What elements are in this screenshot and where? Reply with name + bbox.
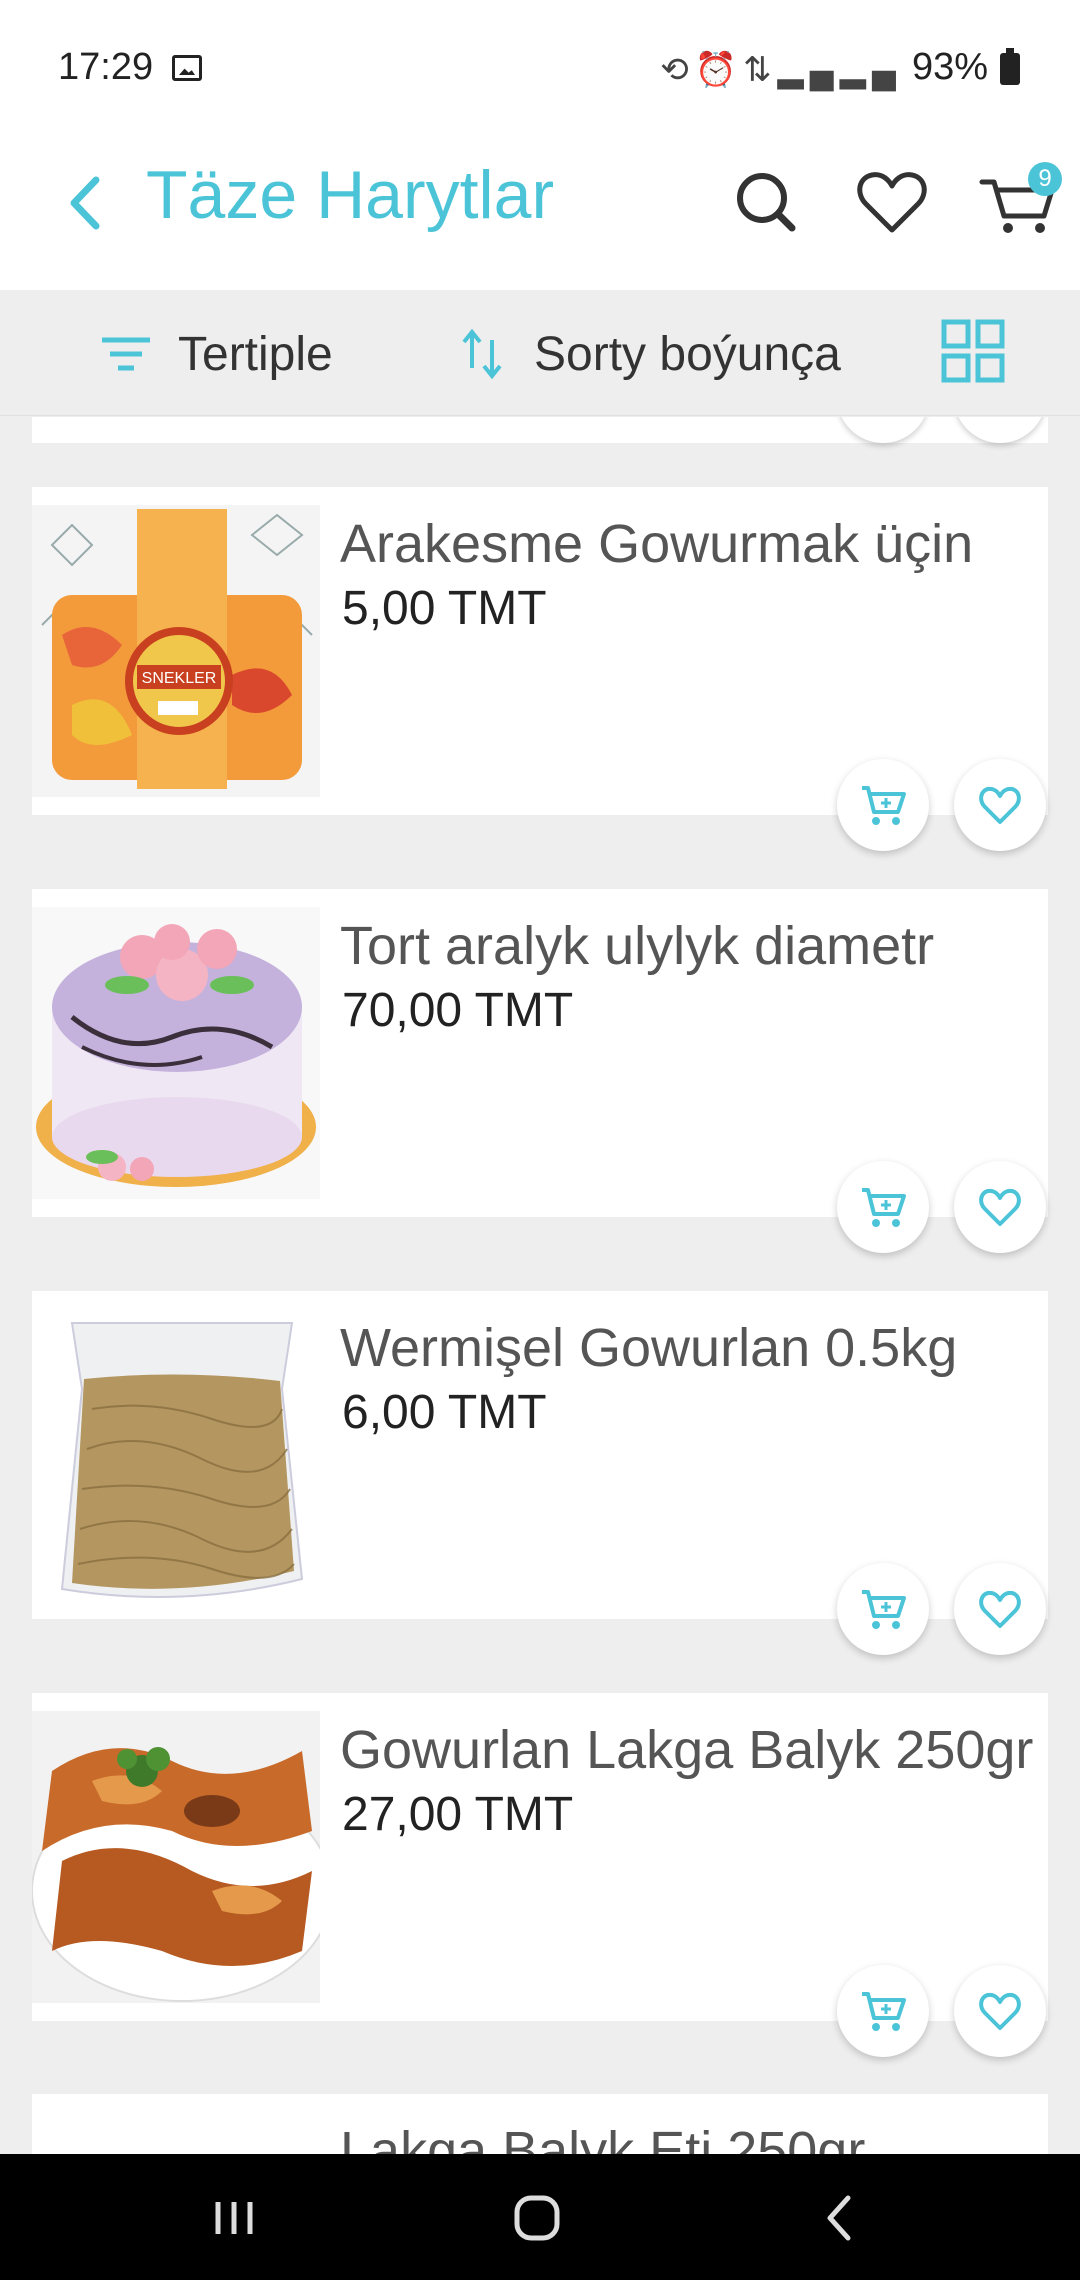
- product-card[interactable]: SNEKLER Arakesme Gowurmak üçin 5,00 TMT: [32, 487, 1048, 851]
- product-price: 5,00 TMT: [342, 582, 547, 635]
- sort-icon: [462, 328, 502, 380]
- favorite-button[interactable]: [954, 1563, 1046, 1655]
- filter-button[interactable]: Tertiple: [96, 312, 333, 396]
- screen: 17:29 ⟲⏰⇅▂▄▂▄ 93% Täze Harytlar 9 Tertip…: [0, 0, 1080, 2280]
- cart-button[interactable]: 9: [968, 152, 1068, 252]
- status-bar: 17:29 ⟲⏰⇅▂▄▂▄ 93%: [0, 0, 1080, 130]
- system-nav-bar: [0, 2154, 1080, 2280]
- recents-icon: [215, 2202, 253, 2234]
- heart-icon: [979, 1188, 1021, 1226]
- system-back-button[interactable]: [800, 2178, 880, 2258]
- product-image[interactable]: [32, 1711, 320, 2003]
- product-list[interactable]: SNEKLER Arakesme Gowurmak üçin 5,00 TMT: [0, 417, 1080, 2154]
- app-bar: Täze Harytlar 9: [0, 130, 1080, 290]
- heart-icon: [979, 786, 1021, 824]
- cart-icon: [862, 1590, 906, 1629]
- battery-icon: [1000, 48, 1020, 85]
- add-to-cart-button[interactable]: [837, 1161, 929, 1253]
- favorites-button[interactable]: [842, 152, 942, 252]
- product-name[interactable]: Arakesme Gowurmak üçin: [340, 513, 1060, 575]
- heart-icon: [979, 1590, 1021, 1628]
- product-image[interactable]: [32, 907, 320, 1199]
- svg-text:SNEKLER: SNEKLER: [142, 670, 217, 687]
- favorite-button[interactable]: [954, 759, 1046, 851]
- favorite-button[interactable]: [954, 1161, 1046, 1253]
- image-icon: [172, 55, 202, 81]
- product-card[interactable]: Gowurlan Lakga Balyk 250gr 27,00 TMT: [32, 1693, 1048, 2057]
- product-card[interactable]: Lakga Balyk Eti 250gr: [32, 2094, 1048, 2154]
- search-icon: [737, 173, 796, 232]
- heart-icon: [857, 172, 927, 233]
- chevron-left-icon: [70, 176, 100, 230]
- heart-icon: [979, 1992, 1021, 2030]
- product-name[interactable]: Wermişel Gowurlan 0.5kg: [340, 1317, 1060, 1379]
- add-to-cart-button[interactable]: [837, 1563, 929, 1655]
- cart-icon: [862, 1188, 906, 1227]
- search-button[interactable]: [716, 152, 816, 252]
- battery-level: 93%: [911, 46, 988, 88]
- add-to-cart-button[interactable]: [837, 1965, 929, 2057]
- sort-label: Sorty boýunça: [534, 327, 841, 381]
- home-button[interactable]: [497, 2178, 577, 2258]
- add-to-cart-button[interactable]: [837, 759, 929, 851]
- status-indicators: ⟲⏰⇅▂▄▂▄: [660, 51, 902, 89]
- back-button[interactable]: [42, 158, 132, 248]
- home-icon: [514, 2195, 560, 2241]
- cart-icon: [862, 1992, 906, 2031]
- chevron-left-icon: [827, 2195, 851, 2241]
- sort-button[interactable]: Sorty boýunça: [452, 312, 841, 396]
- product-image[interactable]: SNEKLER: [32, 505, 320, 797]
- product-name[interactable]: Lakga Balyk Eti 250gr: [340, 2120, 1060, 2154]
- filter-label: Tertiple: [178, 327, 333, 381]
- filter-icon: [102, 337, 150, 371]
- cart-icon: [862, 786, 906, 825]
- favorite-button[interactable]: [954, 1965, 1046, 2057]
- filter-bar: Tertiple Sorty boýunça: [0, 290, 1080, 416]
- product-card[interactable]: Tort aralyk ulylyk diametr 70,00 TMT: [32, 889, 1048, 1253]
- product-image[interactable]: [32, 1309, 320, 1601]
- recents-button[interactable]: [194, 2178, 274, 2258]
- grid-icon: [941, 319, 1005, 383]
- status-time: 17:29: [58, 46, 154, 88]
- grid-view-toggle[interactable]: [940, 318, 1006, 384]
- product-price: 27,00 TMT: [342, 1788, 574, 1841]
- product-price: 6,00 TMT: [342, 1386, 547, 1439]
- cart-badge: 9: [1028, 162, 1062, 196]
- page-title: Täze Harytlar: [146, 157, 555, 233]
- product-price: 70,00 TMT: [342, 984, 574, 1037]
- product-card[interactable]: Wermişel Gowurlan 0.5kg 6,00 TMT: [32, 1291, 1048, 1655]
- product-name[interactable]: Tort aralyk ulylyk diametr: [340, 915, 1060, 977]
- product-name[interactable]: Gowurlan Lakga Balyk 250gr: [340, 1719, 1060, 1781]
